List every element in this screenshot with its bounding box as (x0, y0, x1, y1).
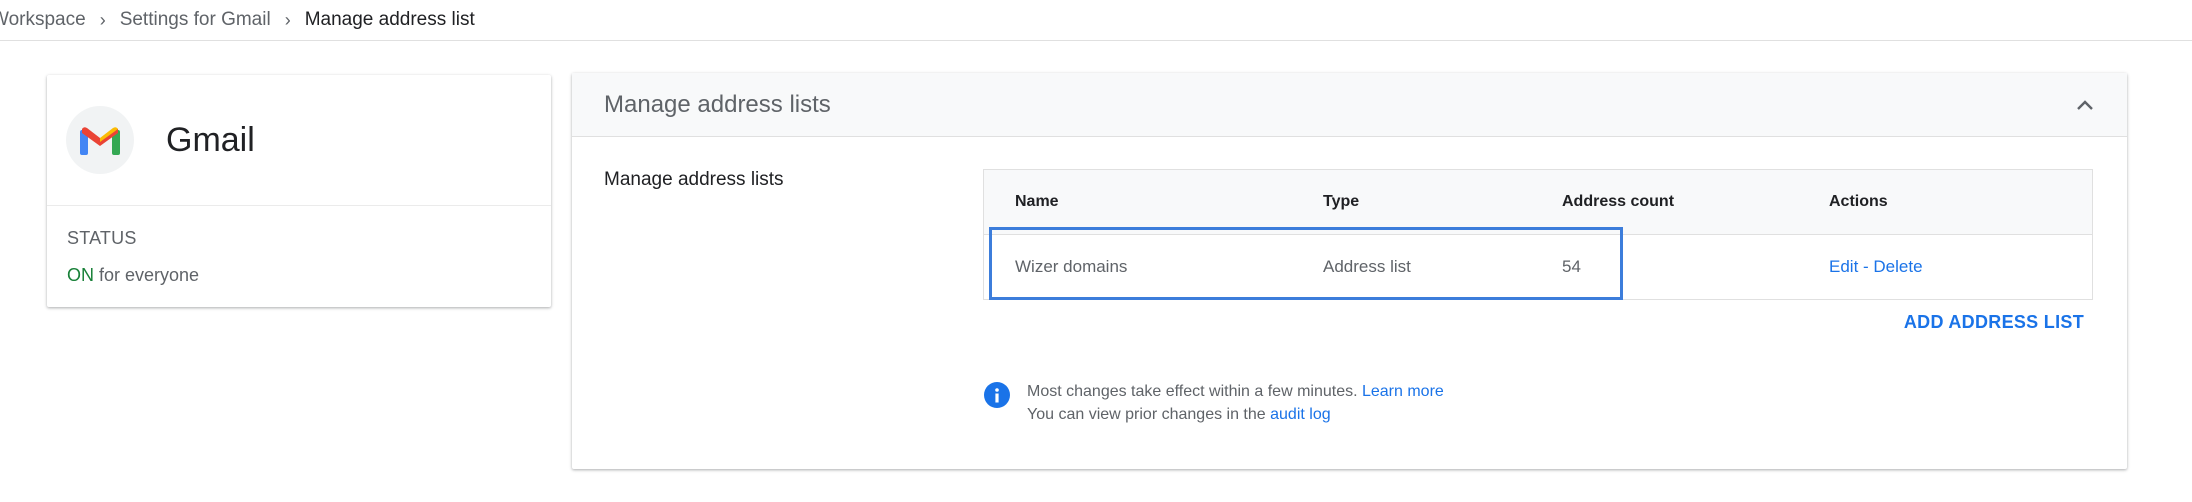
column-header-address-count: Address count (1562, 193, 1675, 210)
app-card: Gmail STATUS ON for everyone (47, 75, 551, 307)
address-lists-table: Name Type Address count Actions Wizer do… (983, 169, 2093, 300)
info-line-1: Most changes take effect within a few mi… (1027, 380, 1444, 403)
column-header-type: Type (1323, 193, 1360, 210)
info-icon (984, 382, 1010, 408)
panel-header[interactable]: Manage address lists (572, 73, 2127, 137)
app-name: Gmail (166, 120, 255, 159)
action-separator: - (1858, 257, 1874, 276)
status-scope-text: for everyone (94, 265, 200, 285)
learn-more-link[interactable]: Learn more (1362, 383, 1444, 400)
add-address-list-button[interactable]: ADD ADDRESS LIST (1904, 312, 2084, 333)
edit-link[interactable]: Edit (1829, 257, 1858, 276)
collapse-button[interactable] (2071, 91, 2099, 119)
app-card-header: Gmail (47, 75, 551, 206)
cell-address-count: 54 (1562, 257, 1581, 276)
table-row: Wizer domains Address list 54 Edit - Del… (984, 235, 2092, 299)
address-lists-panel: Manage address lists Manage address list… (572, 73, 2127, 469)
info-line-1-text: Most changes take effect within a few mi… (1027, 383, 1362, 400)
status-on-text: ON (67, 265, 94, 285)
breadcrumb-workspace[interactable]: Workspace (0, 9, 86, 31)
info-line-2: You can view prior changes in the audit … (1027, 403, 1444, 426)
breadcrumb-settings-for-gmail[interactable]: Settings for Gmail (120, 9, 271, 31)
gmail-logo-icon (66, 106, 134, 174)
cell-actions: Edit - Delete (1829, 257, 1923, 277)
status-value: ON for everyone (67, 265, 551, 286)
cell-name: Wizer domains (1015, 257, 1128, 276)
section-label: Manage address lists (604, 169, 784, 190)
info-line-2-text: You can view prior changes in the (1027, 406, 1271, 423)
chevron-up-icon (2077, 99, 2093, 110)
chevron-right-icon: › (284, 9, 291, 30)
panel-title: Manage address lists (604, 90, 831, 118)
breadcrumb-current: Manage address list (304, 9, 475, 30)
cell-type: Address list (1323, 257, 1411, 276)
info-notice: Most changes take effect within a few mi… (984, 380, 1444, 426)
info-text: Most changes take effect within a few mi… (1027, 380, 1444, 426)
column-header-actions: Actions (1829, 193, 1888, 210)
status-label: STATUS (67, 228, 137, 248)
column-header-name: Name (1015, 193, 1059, 210)
table-header: Name Type Address count Actions (984, 170, 2092, 235)
delete-link[interactable]: Delete (1873, 257, 1922, 276)
status-block: STATUS ON for everyone (47, 206, 551, 286)
audit-log-link[interactable]: audit log (1270, 406, 1331, 423)
breadcrumb: Workspace › Settings for Gmail › Manage … (0, 0, 2192, 41)
chevron-right-icon: › (99, 9, 106, 30)
